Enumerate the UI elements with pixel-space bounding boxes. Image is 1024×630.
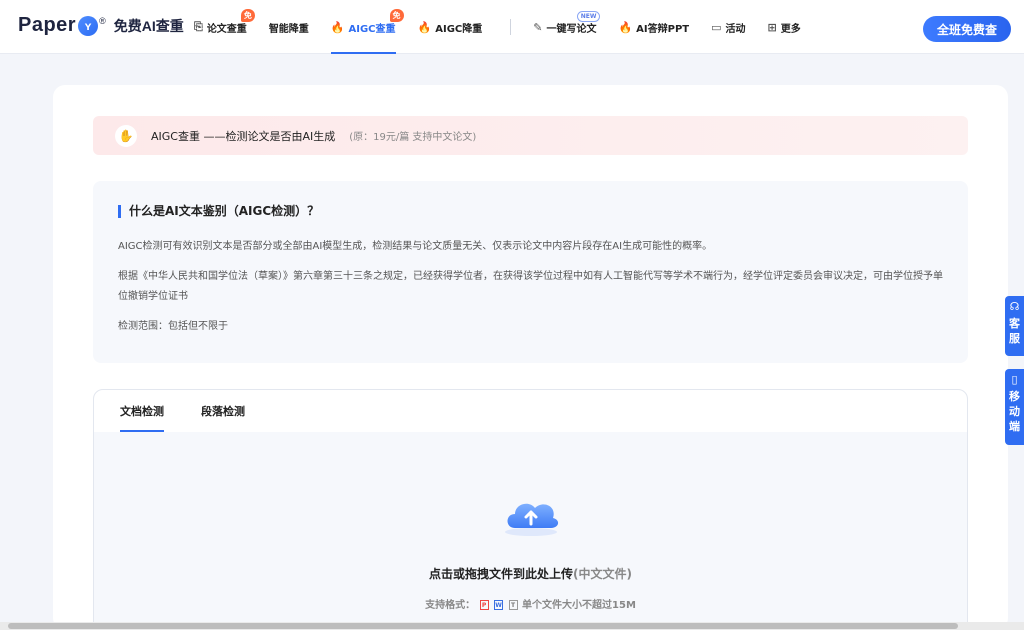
info-paragraph-2: 根据《中华人民共和国学位法（草案）》第六章第三十三条之规定，已经获得学位者，在获… — [118, 271, 943, 302]
upload-language-note: (中文文件) — [573, 567, 632, 581]
nav-label: AIGC降重 — [435, 23, 483, 35]
side-char: 客 — [1009, 317, 1020, 330]
nav-label: 更多 — [780, 23, 801, 35]
nav-item-activity[interactable]: ▭ 活动 — [711, 0, 745, 54]
nav-item-paper-check[interactable]: ⎘ 论文查重 免 — [194, 0, 255, 54]
notice-price-note: (原：19元/篇 支持中文论文) — [349, 132, 477, 143]
nav-item-aigc-reduce[interactable]: 🔥 AIGC降重 — [418, 0, 483, 54]
pdf-icon: P — [479, 600, 489, 610]
headset-icon: ☊ — [1009, 300, 1020, 313]
size-limit: 单个文件大小不超过15M — [522, 600, 636, 611]
upload-instruction: 点击或拖拽文件到此处上传(中文文件) — [94, 565, 967, 582]
nav-item-ai-ppt[interactable]: 🔥 AI答辩PPT — [618, 0, 689, 54]
info-paragraph-1: AIGC检测可有效识别文本是否部分或全部由AI模型生成，检测结果与论文质量无关、… — [118, 241, 713, 252]
scrollbar-thumb[interactable] — [8, 623, 958, 629]
side-char: 动 — [1009, 405, 1020, 418]
grid-icon: ⊞ — [767, 20, 777, 34]
main-nav: ⎘ 论文查重 免 智能降重 🔥 AIGC查重 免 🔥 AIGC降重 ✎ 一键写论… — [194, 0, 823, 54]
main-card: ✋ AIGC查重 ——检测论文是否由AI生成 (原：19元/篇 支持中文论文) … — [53, 85, 1008, 630]
aigc-notice-banner: ✋ AIGC查重 ——检测论文是否由AI生成 (原：19元/篇 支持中文论文) — [93, 116, 968, 155]
nav-label: 活动 — [725, 23, 746, 35]
upload-tabs: 文档检测 段落检测 — [94, 390, 967, 432]
side-char: 移 — [1009, 390, 1020, 403]
nav-item-smart-reduce[interactable]: 智能降重 — [269, 0, 309, 54]
word-icon: W — [494, 600, 504, 610]
new-badge: NEW — [576, 11, 601, 22]
info-paragraph-3: 检测范围：包括但不限于 — [118, 321, 228, 332]
txt-icon: T — [508, 600, 518, 610]
logo-badge-icon: ʏ — [78, 15, 99, 36]
hand-icon: ✋ — [115, 124, 137, 147]
horizontal-scrollbar[interactable] — [0, 622, 1024, 630]
format-label: 支持格式： — [425, 600, 476, 611]
free-badge: 免 — [389, 9, 404, 22]
side-char: 服 — [1009, 332, 1020, 345]
upload-panel: 文档检测 段落检测 点击或拖拽文件到此处上传(中文文件) 支持格式： P W T… — [93, 389, 968, 630]
tab-document-check[interactable]: 文档检测 — [120, 390, 164, 432]
customer-service-float[interactable]: ☊ 客 服 — [1005, 296, 1024, 356]
logo-registered-mark: ® — [99, 15, 106, 26]
notice-title: AIGC查重 ——检测论文是否由AI生成 — [151, 129, 336, 143]
gift-icon: ▭ — [711, 20, 722, 34]
tab-paragraph-check[interactable]: 段落检测 — [201, 390, 245, 432]
fire-icon: 🔥 — [330, 20, 345, 34]
fire-icon: 🔥 — [417, 20, 432, 34]
upload-main-text: 点击或拖拽文件到此处上传 — [429, 567, 574, 581]
nav-item-aigc-check[interactable]: 🔥 AIGC查重 免 — [330, 0, 404, 54]
nav-label: AI答辩PPT — [636, 23, 690, 35]
cloud-upload-icon — [505, 503, 559, 536]
logo-subtitle: 免费AI查重 — [113, 17, 184, 34]
document-search-icon: ⎘ — [194, 20, 203, 33]
file-drop-zone[interactable]: 点击或拖拽文件到此处上传(中文文件) 支持格式： P W T 单个文件大小不超过… — [94, 432, 967, 630]
free-badge: 免 — [240, 9, 255, 22]
fire-icon: 🔥 — [618, 20, 633, 34]
nav-item-write-paper[interactable]: ✎ 一键写论文 NEW — [533, 0, 601, 54]
nav-label: AIGC查重 — [348, 23, 396, 35]
nav-divider — [510, 19, 512, 35]
upload-format-hint: 支持格式： P W T 单个文件大小不超过15M — [94, 596, 967, 611]
mobile-float[interactable]: ▯ 移 动 端 — [1005, 369, 1024, 445]
top-header: Paper ʏ ® 免费AI查重 ⎘ 论文查重 免 智能降重 🔥 AIGC查重 … — [0, 0, 1024, 54]
pen-nib-icon: ✎ — [533, 20, 543, 34]
nav-item-more[interactable]: ⊞ 更多 — [768, 0, 801, 54]
mobile-phone-icon: ▯ — [1011, 373, 1018, 386]
nav-label: 智能降重 — [268, 23, 309, 35]
logo-word: Paper — [18, 14, 77, 36]
info-title: 什么是AI文本鉴别（AIGC检测）？ — [118, 205, 319, 218]
class-free-check-button[interactable]: 全班免费查 — [923, 16, 1011, 42]
logo[interactable]: Paper ʏ ® 免费AI查重 — [18, 14, 184, 37]
nav-label: 论文查重 — [206, 23, 247, 35]
side-char: 端 — [1009, 420, 1020, 433]
aigc-info-panel: 什么是AI文本鉴别（AIGC检测）？ AIGC检测可有效识别文本是否部分或全部由… — [93, 181, 968, 363]
